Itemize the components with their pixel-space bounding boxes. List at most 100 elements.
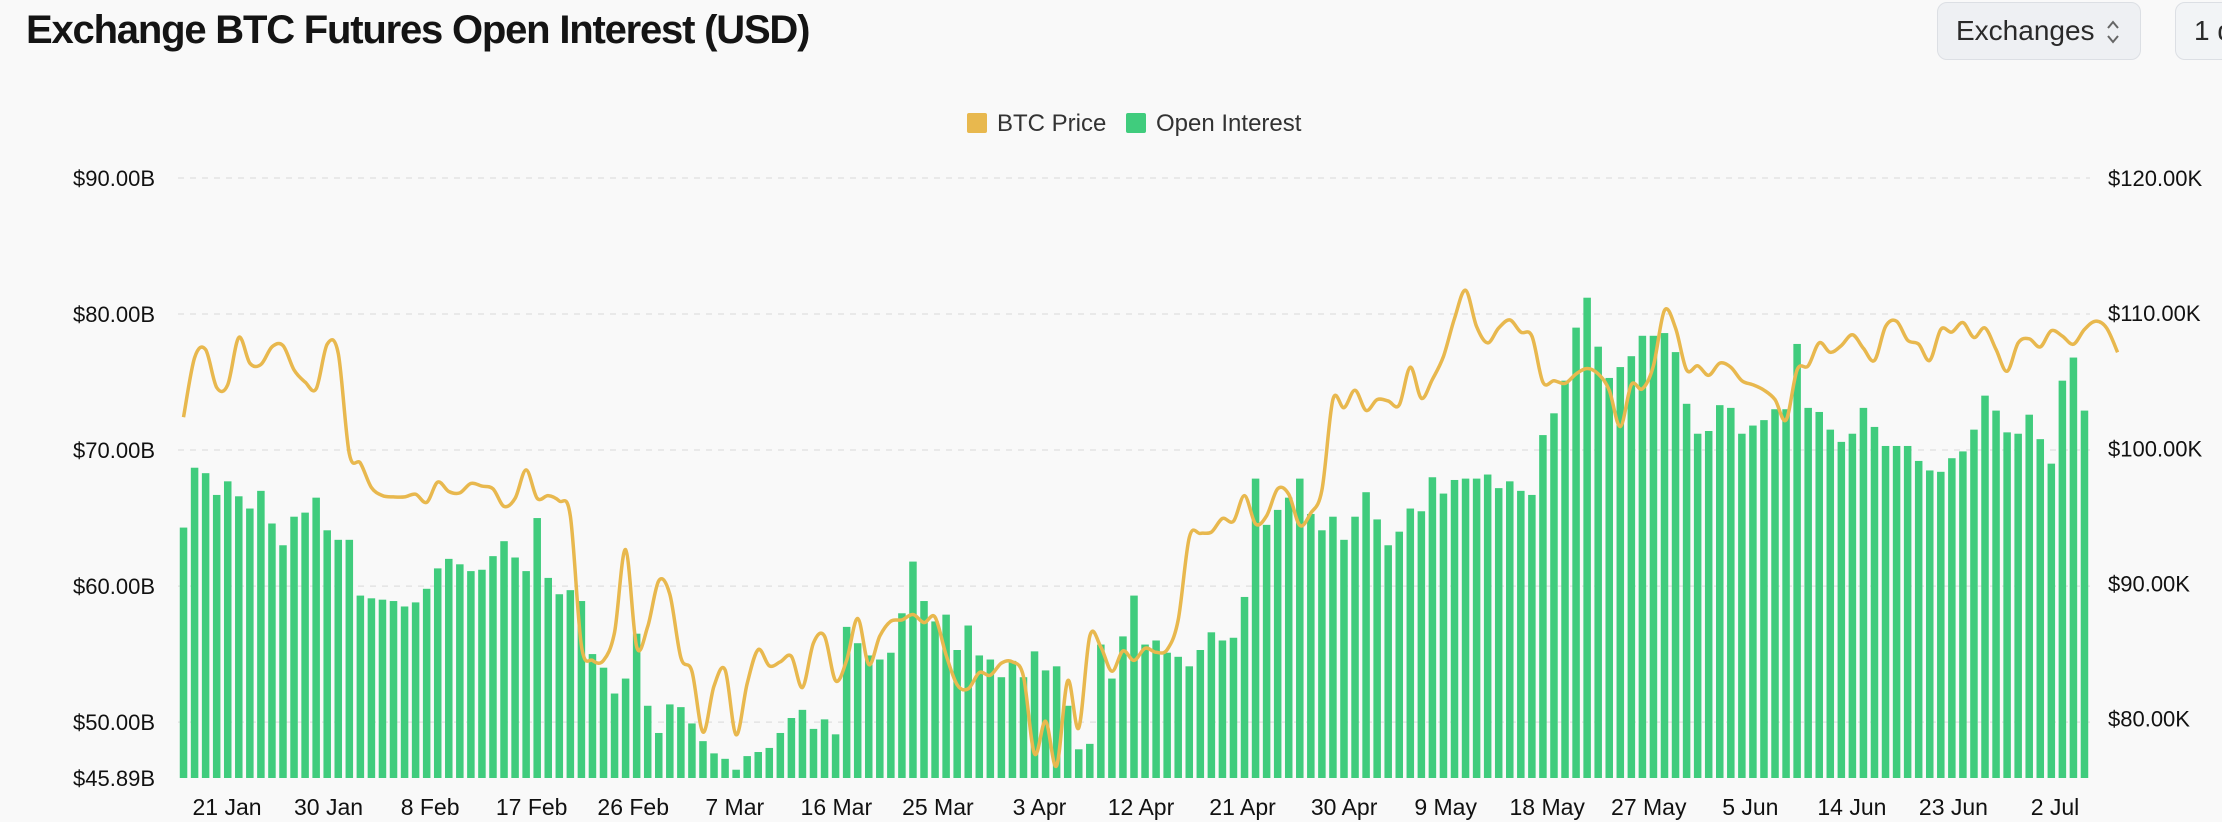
- open-interest-bar[interactable]: [677, 707, 685, 778]
- open-interest-bar[interactable]: [522, 571, 530, 778]
- open-interest-bar[interactable]: [1992, 410, 2000, 778]
- open-interest-bar[interactable]: [1903, 445, 1912, 778]
- open-interest-bar[interactable]: [1561, 380, 1569, 778]
- open-interest-bar[interactable]: [1870, 426, 1879, 778]
- open-interest-bar[interactable]: [533, 518, 541, 778]
- open-interest-bar[interactable]: [1108, 678, 1116, 778]
- open-interest-bar[interactable]: [1307, 513, 1315, 778]
- open-interest-bar[interactable]: [334, 539, 343, 778]
- open-interest-bar[interactable]: [1804, 407, 1812, 778]
- open-interest-bar[interactable]: [1141, 644, 1149, 778]
- open-interest-bar[interactable]: [1638, 335, 1647, 778]
- open-interest-bar[interactable]: [1329, 516, 1337, 778]
- open-interest-bar[interactable]: [1196, 650, 1205, 778]
- open-interest-bar[interactable]: [864, 655, 873, 778]
- open-interest-bar[interactable]: [1605, 377, 1613, 778]
- open-interest-bar[interactable]: [1074, 749, 1083, 778]
- open-interest-bar[interactable]: [1848, 433, 1857, 778]
- open-interest-bar[interactable]: [312, 497, 320, 778]
- open-interest-bar[interactable]: [1760, 420, 1768, 778]
- open-interest-bar[interactable]: [1892, 445, 1901, 778]
- open-interest-bar[interactable]: [2003, 432, 2011, 778]
- open-interest-bar[interactable]: [621, 678, 630, 778]
- open-interest-bar[interactable]: [1340, 539, 1348, 778]
- open-interest-bar[interactable]: [1782, 409, 1790, 778]
- open-interest-bar[interactable]: [1727, 407, 1735, 778]
- open-interest-bar[interactable]: [1218, 640, 1227, 778]
- open-interest-bar[interactable]: [456, 564, 464, 778]
- open-interest-bar[interactable]: [1826, 429, 1835, 778]
- open-interest-bar[interactable]: [599, 667, 608, 778]
- open-interest-bar[interactable]: [732, 769, 740, 778]
- open-interest-bar[interactable]: [964, 625, 972, 778]
- open-interest-bar[interactable]: [1539, 435, 1547, 778]
- open-interest-bar[interactable]: [1704, 431, 1713, 778]
- open-interest-bar[interactable]: [1528, 494, 1536, 778]
- open-interest-bar[interactable]: [1859, 407, 1868, 778]
- open-interest-bar[interactable]: [235, 496, 243, 778]
- legend-btc-price-label[interactable]: BTC Price: [997, 110, 1106, 137]
- open-interest-bar[interactable]: [1738, 433, 1746, 778]
- open-interest-bar[interactable]: [1793, 343, 1801, 778]
- open-interest-bar[interactable]: [1472, 478, 1481, 778]
- open-interest-bar[interactable]: [2069, 357, 2078, 778]
- open-interest-bar[interactable]: [809, 728, 818, 778]
- open-interest-bar[interactable]: [1815, 411, 1823, 778]
- open-interest-bar[interactable]: [478, 569, 486, 778]
- open-interest-bar[interactable]: [831, 734, 840, 778]
- open-interest-bar[interactable]: [1937, 471, 1945, 778]
- open-interest-bar[interactable]: [1318, 530, 1326, 778]
- open-interest-bar[interactable]: [1185, 666, 1194, 778]
- open-interest-bar[interactable]: [1671, 352, 1680, 778]
- open-interest-bar[interactable]: [1097, 644, 1105, 778]
- open-interest-bar[interactable]: [1594, 346, 1602, 778]
- open-interest-bar[interactable]: [378, 599, 387, 778]
- open-interest-bar[interactable]: [1506, 481, 1514, 778]
- open-interest-bar[interactable]: [212, 494, 221, 778]
- open-interest-bar[interactable]: [445, 558, 453, 778]
- open-interest-bar[interactable]: [2036, 439, 2045, 778]
- open-interest-bar[interactable]: [721, 758, 729, 778]
- open-interest-bar[interactable]: [1771, 409, 1779, 778]
- open-interest-bar[interactable]: [1417, 511, 1426, 778]
- open-interest-bar[interactable]: [787, 718, 796, 778]
- open-interest-bar[interactable]: [887, 652, 895, 778]
- open-interest-bar[interactable]: [179, 527, 188, 778]
- open-interest-bar[interactable]: [1959, 451, 1967, 778]
- open-interest-bar[interactable]: [953, 650, 961, 778]
- open-interest-bar[interactable]: [201, 473, 210, 778]
- open-interest-bar[interactable]: [279, 545, 287, 778]
- open-interest-bar[interactable]: [1494, 488, 1503, 778]
- open-interest-bar[interactable]: [290, 516, 298, 778]
- open-interest-bar[interactable]: [798, 709, 807, 778]
- open-interest-bar[interactable]: [1439, 493, 1448, 778]
- open-interest-bar[interactable]: [301, 512, 309, 778]
- open-interest-bar[interactable]: [345, 539, 354, 778]
- open-interest-bar[interactable]: [1152, 640, 1160, 778]
- open-interest-bar[interactable]: [1970, 429, 1978, 778]
- open-interest-bar[interactable]: [1715, 405, 1724, 778]
- open-interest-bar[interactable]: [1086, 743, 1094, 778]
- open-interest-bar[interactable]: [1428, 477, 1437, 778]
- open-interest-bar[interactable]: [710, 753, 718, 778]
- open-interest-bar[interactable]: [655, 732, 663, 778]
- open-interest-bar[interactable]: [986, 659, 995, 778]
- legend-open-interest-swatch[interactable]: [1126, 113, 1146, 133]
- open-interest-bar[interactable]: [1262, 524, 1271, 778]
- open-interest-bar[interactable]: [1649, 335, 1658, 778]
- open-interest-bar[interactable]: [776, 732, 785, 778]
- open-interest-bar[interactable]: [411, 602, 420, 778]
- open-interest-bar[interactable]: [643, 705, 652, 778]
- open-interest-bar[interactable]: [666, 704, 674, 778]
- open-interest-bar[interactable]: [1627, 356, 1636, 778]
- open-interest-bar[interactable]: [223, 481, 232, 778]
- open-interest-bar[interactable]: [1395, 531, 1404, 778]
- open-interest-bar[interactable]: [898, 613, 906, 778]
- open-interest-bar[interactable]: [1572, 327, 1580, 778]
- open-interest-bar[interactable]: [1749, 425, 1757, 778]
- open-interest-bar[interactable]: [1351, 516, 1359, 778]
- open-interest-bar[interactable]: [433, 568, 442, 778]
- open-interest-bar[interactable]: [389, 601, 398, 778]
- open-interest-bar[interactable]: [1550, 413, 1558, 778]
- open-interest-bar[interactable]: [422, 588, 431, 778]
